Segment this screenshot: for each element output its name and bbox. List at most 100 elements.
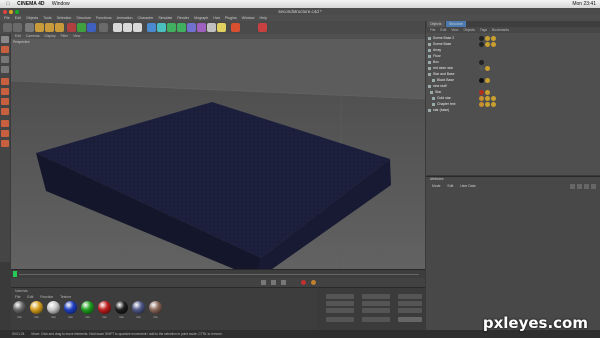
rotation-p-field[interactable] (398, 301, 422, 306)
spline-icon[interactable] (157, 22, 166, 32)
menu-render[interactable]: Render (177, 16, 189, 20)
material-menu-edit[interactable]: Edit (27, 295, 33, 299)
object-mode-icon[interactable] (1, 56, 9, 63)
go-to-start-icon[interactable] (261, 280, 266, 285)
nurbs-icon[interactable] (167, 22, 176, 32)
move-icon[interactable] (35, 22, 44, 32)
material-menu-file[interactable]: File (15, 295, 20, 299)
zoom-window-icon[interactable] (15, 9, 19, 14)
object-row[interactable]: star (base) (428, 107, 498, 113)
viewport-menu-edit[interactable]: Edit (15, 34, 21, 38)
size-z-field[interactable] (362, 308, 390, 313)
workplane-icon[interactable] (1, 140, 9, 147)
material-menu-function[interactable]: Function (40, 295, 53, 299)
cube-primitive-icon[interactable] (147, 22, 156, 32)
material-swatch[interactable] (98, 301, 111, 314)
apply-button[interactable] (398, 317, 422, 322)
edges-mode-icon[interactable] (1, 88, 9, 95)
menu-simulate[interactable]: Simulate (158, 16, 172, 20)
viewport-menu-display[interactable]: Display (45, 34, 56, 38)
up-arrow-icon[interactable] (577, 184, 582, 189)
material-swatch[interactable] (115, 301, 128, 314)
om-menu-file[interactable]: File (430, 28, 435, 32)
size-y-field[interactable] (362, 301, 390, 306)
model-mode-icon[interactable] (1, 46, 9, 53)
material-tag-icon[interactable] (479, 102, 484, 107)
menu-file[interactable]: File (4, 16, 10, 20)
menu-edit[interactable]: Edit (15, 16, 21, 20)
material-swatch[interactable] (47, 301, 60, 314)
menu-functions[interactable]: Functions (96, 16, 112, 20)
material-tag-icon[interactable] (479, 60, 484, 65)
perspective-viewport[interactable] (11, 39, 425, 269)
rotation-b-field[interactable] (398, 308, 422, 313)
menu-tools[interactable]: Tools (43, 16, 51, 20)
om-menu-edit[interactable]: Edit (440, 28, 446, 32)
material-tag-icon[interactable] (479, 36, 484, 41)
size-mode-dropdown[interactable] (362, 317, 390, 322)
menu-structure[interactable]: Structure (76, 16, 91, 20)
size-x-field[interactable] (362, 294, 390, 299)
play-icon[interactable] (271, 280, 276, 285)
material-tag-icon[interactable] (479, 66, 484, 71)
window-menu[interactable]: Window (52, 1, 70, 7)
x-axis-icon[interactable] (67, 22, 76, 32)
om-menu-objects[interactable]: Objects (463, 28, 475, 32)
menu-objects[interactable]: Objects (26, 16, 38, 20)
material-tag-icon[interactable] (479, 78, 484, 83)
light-icon[interactable] (217, 22, 226, 32)
position-y-field[interactable] (326, 301, 354, 306)
material-tag-icon[interactable] (479, 42, 484, 47)
scale-icon[interactable] (45, 22, 54, 32)
render-view-icon[interactable] (113, 22, 122, 32)
scene-icon[interactable] (197, 22, 206, 32)
keyframe-icon[interactable] (311, 280, 316, 285)
material-tag-icon[interactable] (479, 90, 484, 95)
back-arrow-icon[interactable] (570, 184, 575, 189)
texture-tag-icon[interactable] (485, 66, 490, 71)
om-menu-bookmarks[interactable]: Bookmarks (492, 28, 509, 32)
texture-tag-icon[interactable] (485, 36, 490, 41)
texture-tag-icon[interactable] (485, 78, 490, 83)
coordinate-system-icon[interactable] (99, 22, 108, 32)
menu-mograph[interactable]: Mograph (194, 16, 208, 20)
material-swatch[interactable] (149, 301, 162, 314)
material-swatch[interactable] (13, 301, 26, 314)
rotate-icon[interactable] (55, 22, 64, 32)
apple-icon[interactable]:  (6, 1, 10, 7)
attr-menu-mode[interactable]: Mode (432, 184, 440, 188)
redo-icon[interactable] (13, 22, 22, 32)
points-mode-icon[interactable] (1, 78, 9, 85)
om-menu-tags[interactable]: Tags (480, 28, 487, 32)
search-icon[interactable] (584, 184, 589, 189)
texture-tag-icon[interactable] (491, 42, 496, 47)
material-swatch[interactable] (81, 301, 94, 314)
material-swatch[interactable] (64, 301, 77, 314)
lock-icon[interactable] (591, 184, 596, 189)
camera-icon[interactable] (207, 22, 216, 32)
menu-help[interactable]: Help (259, 16, 266, 20)
record-icon[interactable] (301, 280, 306, 285)
texture-tag-icon[interactable] (491, 36, 496, 41)
texture-tag-icon[interactable] (485, 90, 490, 95)
texture-tag-icon[interactable] (491, 96, 496, 101)
attr-menu-edit[interactable]: Edit (447, 184, 453, 188)
polygons-mode-icon[interactable] (1, 98, 9, 105)
position-z-field[interactable] (326, 308, 354, 313)
texture-tag-icon[interactable] (485, 42, 490, 47)
render-picture-viewer-icon[interactable] (123, 22, 132, 32)
render-settings-icon[interactable] (133, 22, 142, 32)
viewport-menu-filter[interactable]: Filter (61, 34, 69, 38)
tweak-mode-icon[interactable] (1, 120, 9, 127)
menubar-clock[interactable]: Mon 23:41 (572, 0, 596, 8)
texture-tag-icon[interactable] (485, 102, 490, 107)
current-frame-marker[interactable] (13, 271, 17, 277)
texture-tag-icon[interactable] (485, 96, 490, 101)
viewport-menu-cameras[interactable]: Cameras (26, 34, 40, 38)
menu-window[interactable]: Window (242, 16, 255, 20)
axis-mode-icon[interactable] (1, 108, 9, 115)
material-swatch[interactable] (132, 301, 145, 314)
y-axis-icon[interactable] (77, 22, 86, 32)
deformer-icon[interactable] (187, 22, 196, 32)
material-menu-texture[interactable]: Texture (60, 295, 71, 299)
